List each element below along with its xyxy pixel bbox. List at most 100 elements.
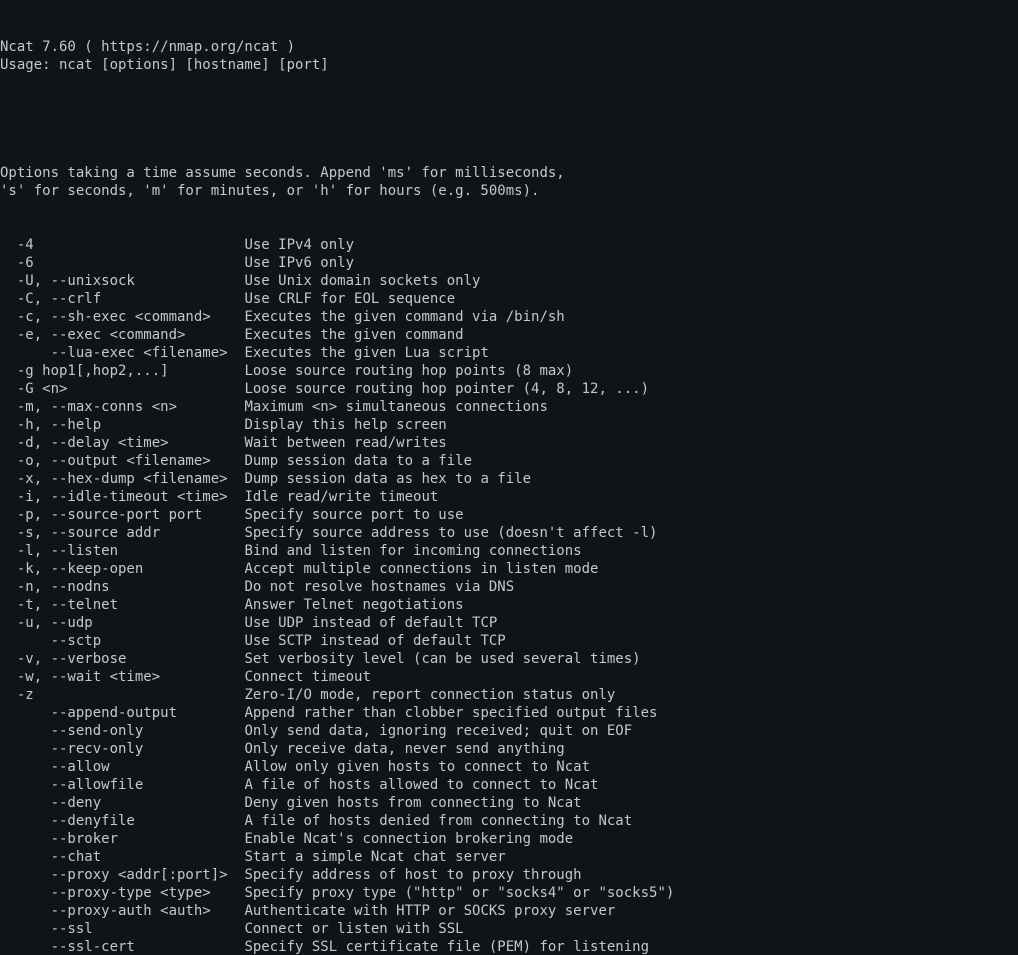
option-row: -e, --exec <command> Executes the given … — [0, 326, 1018, 344]
option-flag: -n, --nodns — [0, 579, 244, 595]
option-row: -x, --hex-dump <filename> Dump session d… — [0, 470, 1018, 488]
option-desc: Specify address of host to proxy through — [244, 867, 581, 883]
option-row: --sctp Use SCTP instead of default TCP — [0, 632, 1018, 650]
option-desc: Executes the given command — [244, 327, 463, 343]
option-row: -l, --listen Bind and listen for incomin… — [0, 542, 1018, 560]
option-flag: -4 — [0, 237, 244, 253]
option-row: -4 Use IPv4 only — [0, 236, 1018, 254]
option-flag: --denyfile — [0, 813, 244, 829]
option-row: --deny Deny given hosts from connecting … — [0, 794, 1018, 812]
option-desc: Specify source port to use — [244, 507, 463, 523]
option-desc: Authenticate with HTTP or SOCKS proxy se… — [244, 903, 615, 919]
option-row: -w, --wait <time> Connect timeout — [0, 668, 1018, 686]
option-desc: Use IPv4 only — [244, 237, 354, 253]
options-note-line: 's' for seconds, 'm' for minutes, or 'h'… — [0, 182, 1018, 200]
option-desc: Specify proxy type ("http" or "socks4" o… — [244, 885, 674, 901]
option-row: --ssl-cert Specify SSL certificate file … — [0, 938, 1018, 955]
option-flag: -g hop1[,hop2,...] — [0, 363, 244, 379]
option-row: -c, --sh-exec <command> Executes the giv… — [0, 308, 1018, 326]
option-desc: Use CRLF for EOL sequence — [244, 291, 455, 307]
option-desc: Start a simple Ncat chat server — [244, 849, 505, 865]
option-flag: -6 — [0, 255, 244, 271]
option-desc: Set verbosity level (can be used several… — [244, 651, 640, 667]
option-flag: -s, --source addr — [0, 525, 244, 541]
option-row: --recv-only Only receive data, never sen… — [0, 740, 1018, 758]
option-row: -t, --telnet Answer Telnet negotiations — [0, 596, 1018, 614]
option-desc: A file of hosts allowed to connect to Nc… — [244, 777, 598, 793]
option-flag: -U, --unixsock — [0, 273, 244, 289]
option-flag: -h, --help — [0, 417, 244, 433]
option-flag: --sctp — [0, 633, 244, 649]
options-note-line: Options taking a time assume seconds. Ap… — [0, 164, 1018, 182]
option-row: --ssl Connect or listen with SSL — [0, 920, 1018, 938]
option-row: -p, --source-port port Specify source po… — [0, 506, 1018, 524]
terminal-output: Ncat 7.60 ( https://nmap.org/ncat )Usage… — [0, 0, 1018, 955]
option-flag: -G <n> — [0, 381, 244, 397]
option-desc: Executes the given command via /bin/sh — [244, 309, 564, 325]
option-flag: --append-output — [0, 705, 244, 721]
option-row: -i, --idle-timeout <time> Idle read/writ… — [0, 488, 1018, 506]
option-flag: --broker — [0, 831, 244, 847]
option-flag: -x, --hex-dump <filename> — [0, 471, 244, 487]
option-flag: --lua-exec <filename> — [0, 345, 244, 361]
option-row: -m, --max-conns <n> Maximum <n> simultan… — [0, 398, 1018, 416]
option-desc: Loose source routing hop points (8 max) — [244, 363, 573, 379]
option-row: --lua-exec <filename> Executes the given… — [0, 344, 1018, 362]
option-flag: -p, --source-port port — [0, 507, 244, 523]
ncat-header: Ncat 7.60 ( https://nmap.org/ncat )Usage… — [0, 38, 1018, 74]
option-desc: Only send data, ignoring received; quit … — [244, 723, 632, 739]
option-flag: -k, --keep-open — [0, 561, 244, 577]
option-desc: Dump session data to a file — [244, 453, 472, 469]
option-desc: Use IPv6 only — [244, 255, 354, 271]
option-row: -U, --unixsock Use Unix domain sockets o… — [0, 272, 1018, 290]
option-row: --proxy-type <type> Specify proxy type (… — [0, 884, 1018, 902]
option-desc: Wait between read/writes — [244, 435, 446, 451]
option-desc: A file of hosts denied from connecting t… — [244, 813, 632, 829]
options-note: Options taking a time assume seconds. Ap… — [0, 164, 1018, 200]
option-flag: -d, --delay <time> — [0, 435, 244, 451]
option-flag: -w, --wait <time> — [0, 669, 244, 685]
option-desc: Accept multiple connections in listen mo… — [244, 561, 598, 577]
option-desc: Use Unix domain sockets only — [244, 273, 480, 289]
option-desc: Specify SSL certificate file (PEM) for l… — [244, 939, 649, 955]
option-desc: Deny given hosts from connecting to Ncat — [244, 795, 581, 811]
option-row: -d, --delay <time> Wait between read/wri… — [0, 434, 1018, 452]
option-flag: -l, --listen — [0, 543, 244, 559]
option-row: --append-output Append rather than clobb… — [0, 704, 1018, 722]
option-row: -g hop1[,hop2,...] Loose source routing … — [0, 362, 1018, 380]
option-desc: Connect or listen with SSL — [244, 921, 463, 937]
option-flag: --allowfile — [0, 777, 244, 793]
blank-line — [0, 110, 1018, 128]
option-row: -h, --help Display this help screen — [0, 416, 1018, 434]
option-desc: Dump session data as hex to a file — [244, 471, 531, 487]
option-flag: -m, --max-conns <n> — [0, 399, 244, 415]
option-desc: Do not resolve hostnames via DNS — [244, 579, 514, 595]
option-flag: -o, --output <filename> — [0, 453, 244, 469]
option-row: -u, --udp Use UDP instead of default TCP — [0, 614, 1018, 632]
option-row: --allowfile A file of hosts allowed to c… — [0, 776, 1018, 794]
option-flag: -c, --sh-exec <command> — [0, 309, 244, 325]
option-desc: Connect timeout — [244, 669, 370, 685]
option-row: --send-only Only send data, ignoring rec… — [0, 722, 1018, 740]
option-desc: Idle read/write timeout — [244, 489, 438, 505]
option-desc: Loose source routing hop pointer (4, 8, … — [244, 381, 649, 397]
option-row: -n, --nodns Do not resolve hostnames via… — [0, 578, 1018, 596]
option-desc: Enable Ncat's connection brokering mode — [244, 831, 573, 847]
option-row: -6 Use IPv6 only — [0, 254, 1018, 272]
option-flag: -v, --verbose — [0, 651, 244, 667]
option-row: -o, --output <filename> Dump session dat… — [0, 452, 1018, 470]
option-row: -v, --verbose Set verbosity level (can b… — [0, 650, 1018, 668]
option-flag: --proxy-auth <auth> — [0, 903, 244, 919]
option-flag: -t, --telnet — [0, 597, 244, 613]
option-row: -z Zero-I/O mode, report connection stat… — [0, 686, 1018, 704]
options-list: -4 Use IPv4 only -6 Use IPv6 only -U, --… — [0, 236, 1018, 955]
option-row: -s, --source addr Specify source address… — [0, 524, 1018, 542]
option-desc: Use SCTP instead of default TCP — [244, 633, 505, 649]
option-flag: --recv-only — [0, 741, 244, 757]
option-desc: Append rather than clobber specified out… — [244, 705, 657, 721]
option-flag: --ssl-cert — [0, 939, 244, 955]
option-desc: Only receive data, never send anything — [244, 741, 564, 757]
option-flag: -u, --udp — [0, 615, 244, 631]
ncat-usage-line: Usage: ncat [options] [hostname] [port] — [0, 56, 1018, 74]
option-row: --allow Allow only given hosts to connec… — [0, 758, 1018, 776]
